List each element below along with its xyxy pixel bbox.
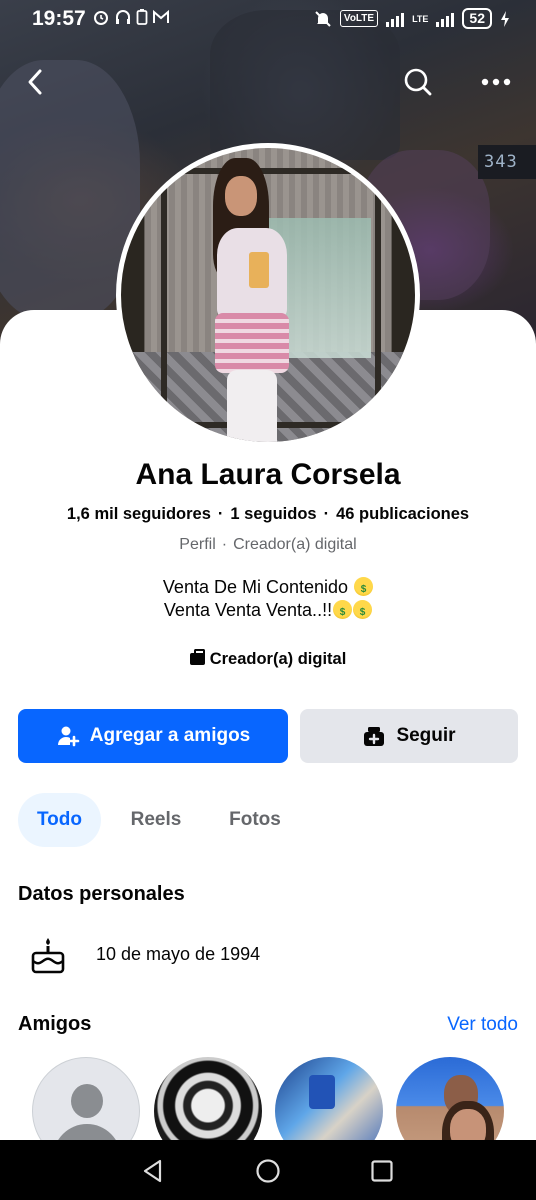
alarm-icon — [94, 11, 108, 25]
system-navigation-bar — [0, 1140, 536, 1200]
more-options-button[interactable] — [476, 62, 516, 102]
posts-count: 46 publicaciones — [336, 505, 470, 523]
battery-level: 52 — [462, 8, 492, 29]
tab-reels[interactable]: Reels — [118, 793, 194, 847]
follow-label: Seguir — [396, 725, 456, 746]
profile-name: Ana Laura Corsela — [135, 458, 401, 491]
nav-recents-icon[interactable] — [369, 1158, 395, 1184]
nav-back-icon[interactable] — [140, 1158, 166, 1184]
charging-icon — [501, 10, 509, 27]
more-horizontal-icon — [481, 78, 511, 86]
profile-stats: 1,6 mil seguidores · 1 seguidos · 46 publica… — [66, 505, 470, 523]
profile-meta: Perfil · Creador(a) digital — [179, 536, 357, 553]
status-bar: 19:57 VoLTE LTE 52 — [0, 0, 536, 40]
profile-category: Creador(a) digital — [0, 649, 536, 669]
add-friend-button[interactable]: Agregar a amigos — [18, 709, 288, 763]
profile-bio: Venta De Mi Contenido Venta Venta Venta.… — [0, 576, 536, 624]
status-notification-icons — [92, 8, 170, 26]
search-icon — [404, 68, 432, 96]
profile-avatar[interactable] — [116, 143, 420, 447]
money-mouth-emoji-icon — [354, 577, 374, 601]
person-plus-icon — [57, 726, 80, 747]
follow-icon — [364, 727, 385, 746]
personal-data-title: Datos personales — [18, 883, 185, 905]
see-all-friends-link[interactable]: Ver todo — [447, 1014, 518, 1036]
following-count[interactable]: 1 seguidos — [230, 505, 316, 523]
category-label: Creador(a) digital — [209, 650, 347, 668]
cake-icon — [31, 938, 65, 974]
headphones-icon — [116, 10, 130, 24]
briefcase-icon — [189, 649, 205, 665]
meta-profile-type: Perfil — [179, 536, 216, 553]
volte-badge: VoLTE — [339, 10, 379, 27]
cover-display-text: 343 — [478, 145, 536, 179]
lte-label: LTE — [412, 13, 429, 24]
search-button[interactable] — [398, 62, 438, 102]
status-system-icons: VoLTE LTE 52 — [314, 8, 510, 29]
gmail-icon — [153, 9, 169, 23]
back-button[interactable] — [16, 62, 56, 102]
signal-icon — [386, 11, 405, 27]
bio-line-2: Venta Venta Venta..!! — [163, 600, 333, 620]
signal-2-icon — [436, 11, 455, 27]
nav-home-icon[interactable] — [255, 1158, 281, 1184]
battery-saver-icon — [136, 9, 148, 25]
mute-notifications-icon — [315, 10, 331, 27]
followers-count[interactable]: 1,6 mil seguidores — [67, 505, 211, 523]
meta-category: Creador(a) digital — [233, 536, 357, 553]
tab-photos[interactable]: Fotos — [215, 793, 295, 847]
money-mouth-emoji-icon — [353, 600, 373, 624]
tab-all[interactable]: Todo — [18, 793, 101, 847]
status-time: 19:57 — [32, 7, 86, 30]
follow-button[interactable]: Seguir — [300, 709, 518, 763]
birthday-date: 10 de mayo de 1994 — [96, 944, 261, 964]
friends-title: Amigos — [18, 1013, 92, 1035]
default-avatar-icon — [71, 1084, 103, 1118]
bio-line-1: Venta De Mi Contenido — [162, 577, 349, 597]
money-mouth-emoji-icon — [333, 600, 353, 624]
add-friend-label: Agregar a amigos — [89, 725, 251, 746]
arrow-left-icon — [28, 69, 42, 95]
